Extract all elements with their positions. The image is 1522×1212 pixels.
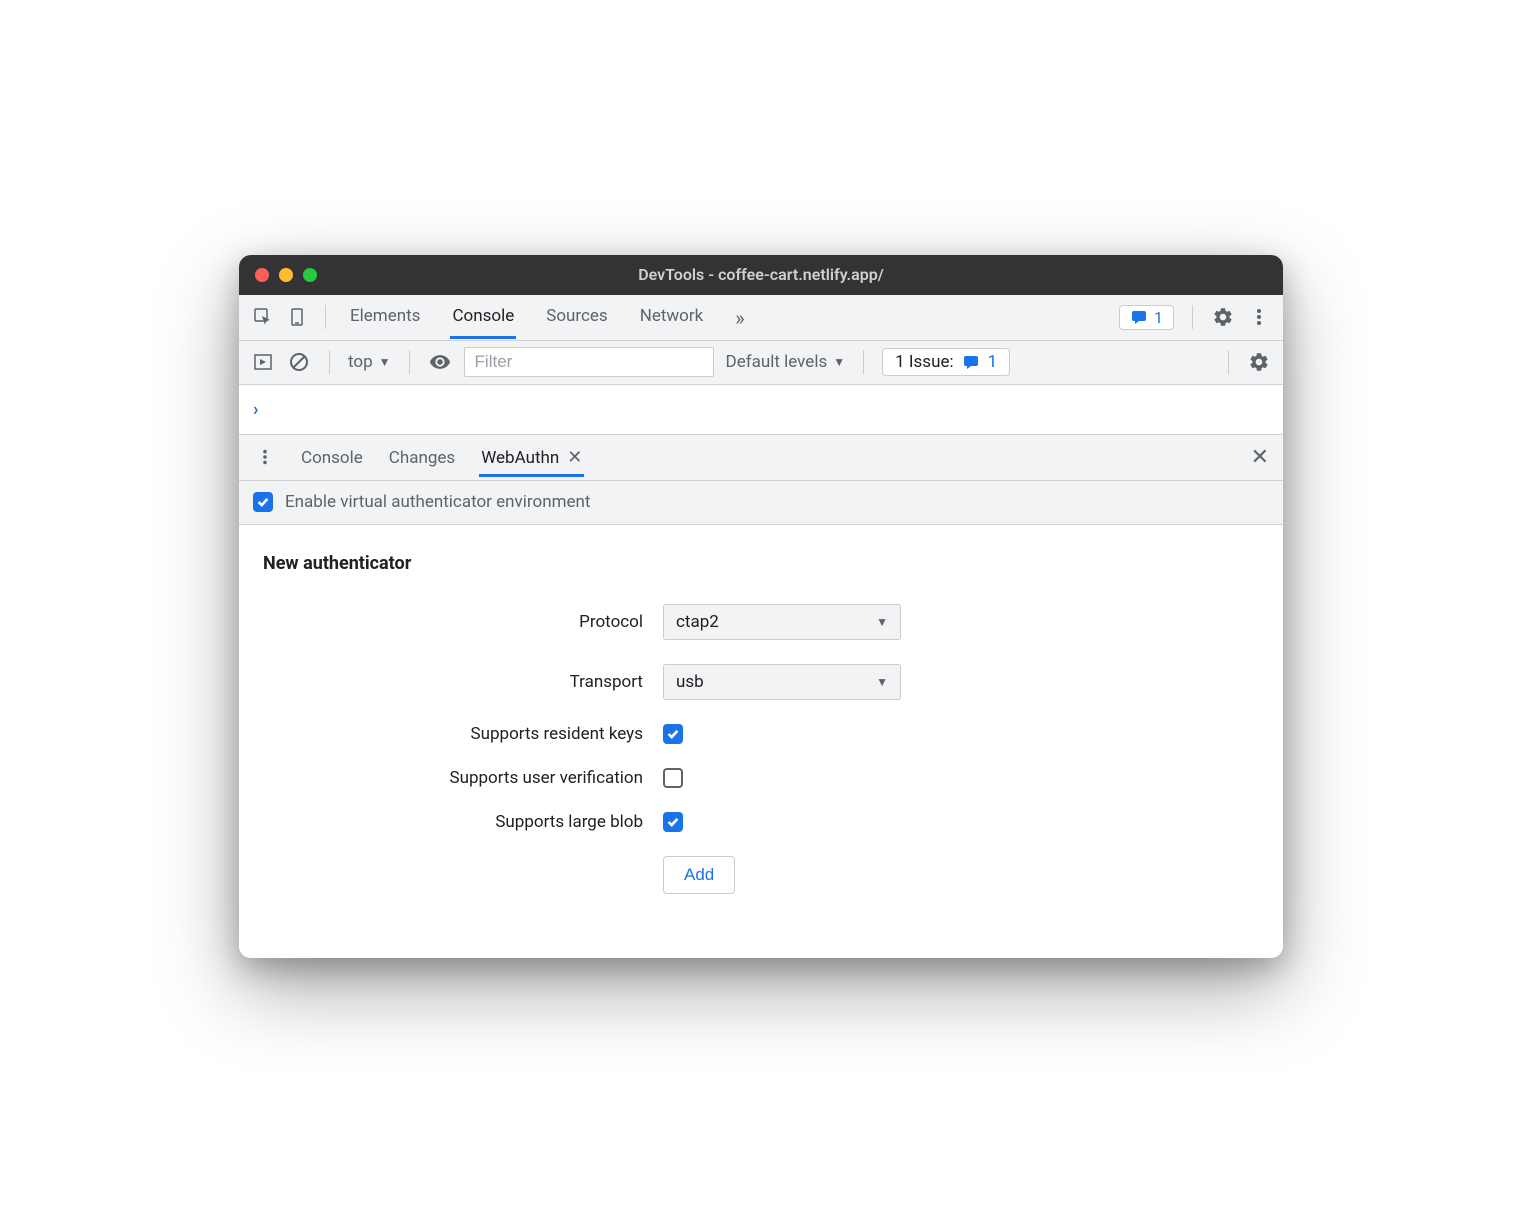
- enable-label: Enable virtual authenticator environment: [285, 492, 590, 512]
- large-blob-checkbox[interactable]: [663, 812, 683, 832]
- minimize-window-button[interactable]: [279, 268, 293, 282]
- protocol-label: Protocol: [263, 612, 643, 632]
- user-verification-checkbox[interactable]: [663, 768, 683, 788]
- enable-row: Enable virtual authenticator environment: [239, 481, 1283, 525]
- traffic-lights: [255, 268, 317, 282]
- toggle-sidebar-icon[interactable]: [251, 350, 275, 374]
- device-toggle-icon[interactable]: [285, 305, 309, 329]
- resident-keys-row: Supports resident keys: [263, 724, 1259, 744]
- divider: [1192, 305, 1193, 329]
- transport-value: usb: [676, 672, 704, 692]
- divider: [863, 350, 864, 374]
- maximize-window-button[interactable]: [303, 268, 317, 282]
- devtools-window: DevTools - coffee-cart.netlify.app/ Elem…: [239, 255, 1283, 958]
- tab-console[interactable]: Console: [450, 296, 516, 339]
- chevron-down-icon: ▼: [379, 355, 391, 369]
- transport-row: Transport usb ▼: [263, 664, 1259, 700]
- console-body[interactable]: ›: [239, 385, 1283, 435]
- issues-label: 1 Issue:: [895, 352, 953, 372]
- titlebar: DevTools - coffee-cart.netlify.app/: [239, 255, 1283, 295]
- user-verification-label: Supports user verification: [263, 768, 643, 788]
- webauthn-form: New authenticator Protocol ctap2 ▼ Trans…: [239, 525, 1283, 958]
- drawer-tab-console[interactable]: Console: [299, 438, 365, 477]
- transport-select[interactable]: usb ▼: [663, 664, 901, 700]
- inspect-icon[interactable]: [251, 305, 275, 329]
- tab-elements[interactable]: Elements: [348, 296, 422, 339]
- close-window-button[interactable]: [255, 268, 269, 282]
- context-select[interactable]: top ▼: [348, 352, 391, 372]
- drawer-tab-label: WebAuthn: [481, 448, 559, 468]
- protocol-select[interactable]: ctap2 ▼: [663, 604, 901, 640]
- console-toolbar: top ▼ Default levels ▼ 1 Issue: 1: [239, 341, 1283, 385]
- add-row: . Add: [263, 856, 1259, 894]
- resident-keys-label: Supports resident keys: [263, 724, 643, 744]
- drawer-tabs: Console Changes WebAuthn ✕ ✕: [239, 435, 1283, 481]
- protocol-row: Protocol ctap2 ▼: [263, 604, 1259, 640]
- tabs-overflow-icon[interactable]: »: [733, 296, 746, 339]
- chevron-down-icon: ▼: [876, 675, 888, 689]
- tab-network[interactable]: Network: [638, 296, 706, 339]
- drawer-more-icon[interactable]: [253, 445, 277, 469]
- issues-indicator[interactable]: 1 Issue: 1: [882, 348, 1010, 376]
- toolbar-right: 1: [1119, 305, 1271, 330]
- add-button[interactable]: Add: [663, 856, 735, 894]
- user-verification-row: Supports user verification: [263, 768, 1259, 788]
- tab-sources[interactable]: Sources: [544, 296, 609, 339]
- settings-gear-icon[interactable]: [1211, 305, 1235, 329]
- protocol-value: ctap2: [676, 612, 719, 632]
- panel-tabs: Elements Console Sources Network »: [348, 296, 747, 339]
- issues-count: 1: [988, 352, 998, 372]
- clear-console-icon[interactable]: [287, 350, 311, 374]
- large-blob-row: Supports large blob: [263, 812, 1259, 832]
- issues-badge[interactable]: 1: [1119, 305, 1174, 330]
- divider: [329, 350, 330, 374]
- filter-input[interactable]: [464, 347, 714, 377]
- transport-label: Transport: [263, 672, 643, 692]
- close-drawer-icon[interactable]: ✕: [1251, 445, 1269, 470]
- form-title: New authenticator: [263, 553, 1259, 574]
- drawer-tab-webauthn[interactable]: WebAuthn ✕: [479, 437, 584, 477]
- close-tab-icon[interactable]: ✕: [567, 447, 582, 468]
- chevron-down-icon: ▼: [833, 355, 845, 369]
- divider: [409, 350, 410, 374]
- divider: [1228, 350, 1229, 374]
- more-menu-icon[interactable]: [1247, 305, 1271, 329]
- large-blob-label: Supports large blob: [263, 812, 643, 832]
- live-expression-icon[interactable]: [428, 350, 452, 374]
- enable-checkbox[interactable]: [253, 492, 273, 512]
- main-toolbar: Elements Console Sources Network » 1: [239, 295, 1283, 341]
- resident-keys-checkbox[interactable]: [663, 724, 683, 744]
- chevron-down-icon: ▼: [876, 615, 888, 629]
- context-value: top: [348, 352, 373, 372]
- log-levels-select[interactable]: Default levels ▼: [726, 352, 846, 372]
- levels-value: Default levels: [726, 352, 828, 372]
- console-settings-gear-icon[interactable]: [1247, 350, 1271, 374]
- console-prompt-icon: ›: [253, 399, 258, 420]
- divider: [325, 305, 326, 329]
- drawer-tab-changes[interactable]: Changes: [387, 438, 457, 477]
- window-title: DevTools - coffee-cart.netlify.app/: [638, 265, 884, 284]
- badge-count: 1: [1154, 308, 1163, 327]
